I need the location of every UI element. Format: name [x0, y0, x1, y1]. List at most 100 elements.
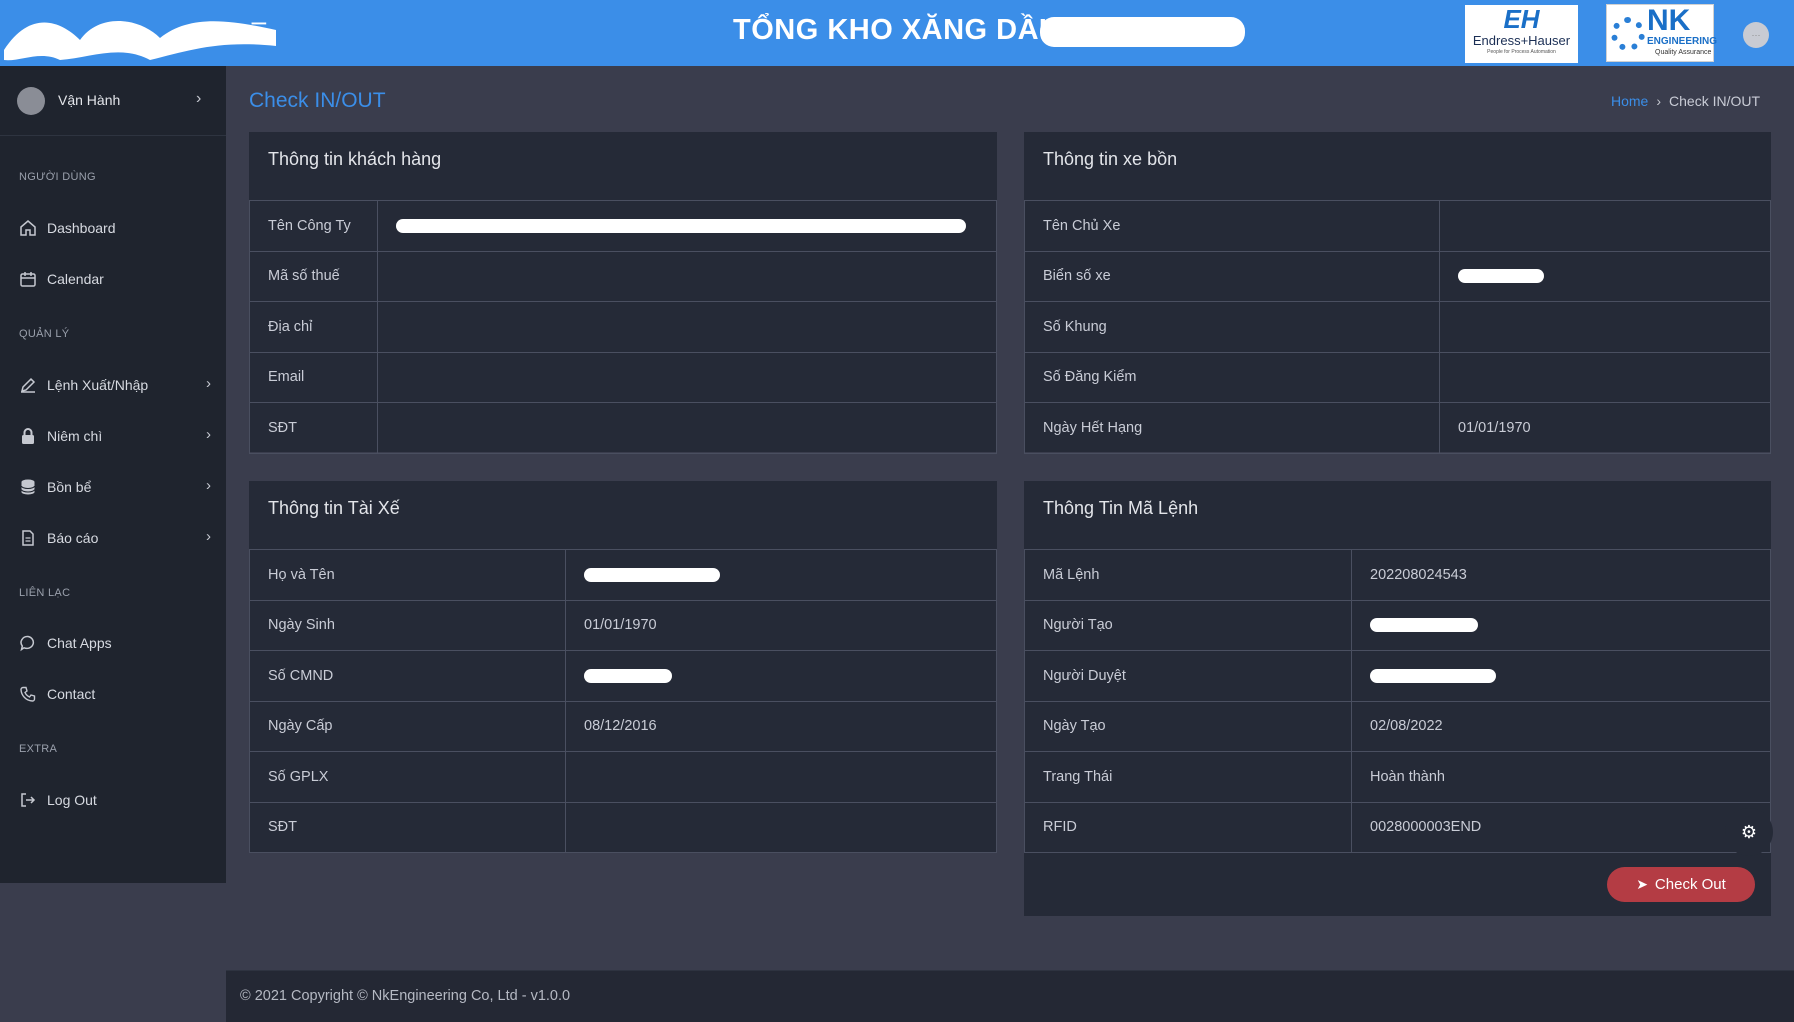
redacted-value — [1458, 269, 1544, 284]
card-title: Thông tin Tài Xế — [268, 498, 400, 518]
row-value: Hoàn thành — [1351, 751, 1771, 803]
row-label: Người Duyệt — [1024, 650, 1352, 702]
sidebar-item-logout[interactable]: Log Out — [0, 780, 226, 820]
row-label: Địa chỉ — [249, 301, 378, 353]
breadcrumb: Home › Check IN/OUT — [1611, 93, 1760, 109]
calendar-icon — [20, 272, 36, 287]
card-title: Thông Tin Mã Lệnh — [1043, 498, 1199, 518]
row-label: SĐT — [249, 801, 566, 853]
sidebar-item-label: Báo cáo — [47, 530, 99, 546]
table-row: Mã Lệnh 202208024543 — [1024, 549, 1771, 601]
row-label: Số CMND — [249, 650, 566, 702]
redacted-title-part — [1040, 17, 1245, 47]
row-label: Email — [249, 351, 378, 403]
row-value — [565, 751, 997, 803]
sidebar-item-contact[interactable]: Contact — [0, 674, 226, 714]
section-label-contact: LIÊN LẠC — [19, 587, 71, 599]
row-label: Họ và Tên — [249, 549, 566, 601]
table-row: Địa chỉ — [249, 301, 997, 353]
table-row: Họ và Tên — [249, 549, 997, 601]
footer: © 2021 Copyright © NkEngineering Co, Ltd… — [226, 970, 1794, 1022]
section-label-users: NGƯỜI DÙNG — [19, 171, 96, 183]
sidebar-item-label: Dashboard — [47, 220, 116, 236]
breadcrumb-current: Check IN/OUT — [1669, 93, 1761, 109]
row-value: 02/08/2022 — [1351, 700, 1771, 752]
home-icon — [20, 220, 36, 236]
row-value — [1439, 200, 1771, 252]
chevron-right-icon: › — [1656, 93, 1662, 109]
row-label: Biển số xe — [1024, 250, 1440, 302]
document-icon — [22, 530, 34, 546]
row-value — [377, 301, 997, 353]
table-row: Ngày Sinh 01/01/1970 — [249, 599, 997, 651]
settings-gear-button[interactable]: ⚙ — [1725, 808, 1773, 856]
row-value — [1439, 351, 1771, 403]
top-user-avatar[interactable]: ··· — [1743, 22, 1769, 48]
row-value — [377, 250, 997, 302]
sidebar-item-tanks[interactable]: Bồn bể › — [0, 467, 226, 507]
row-label: Trang Thái — [1024, 751, 1352, 803]
breadcrumb-home-link[interactable]: Home — [1611, 93, 1648, 109]
row-label: Số Đăng Kiểm — [1024, 351, 1440, 403]
sidebar-item-label: Bồn bể — [47, 479, 92, 495]
row-label: Ngày Tạo — [1024, 700, 1352, 752]
driver-info-table: Họ và Tên Ngày Sinh 01/01/1970 Số CMND Ng… — [249, 549, 997, 853]
table-row: Mã số thuế — [249, 250, 997, 302]
check-out-button[interactable]: ➤ Check Out — [1607, 867, 1755, 902]
table-row: Số CMND — [249, 650, 997, 702]
customer-info-card: Thông tin khách hàng Tên Công Ty Mã số t… — [249, 132, 997, 454]
user-name: Vận Hành — [58, 92, 121, 108]
row-label: Số GPLX — [249, 751, 566, 803]
row-label: Tên Chủ Xe — [1024, 200, 1440, 252]
customer-info-table: Tên Công Ty Mã số thuế Địa chỉ Email SĐT — [249, 200, 997, 454]
row-label: Ngày Cấp — [249, 700, 566, 752]
send-icon: ➤ — [1636, 876, 1648, 892]
lock-icon — [22, 428, 34, 444]
table-row: SĐT — [249, 402, 997, 454]
sidebar-item-label: Contact — [47, 686, 96, 702]
sidebar-item-label: Log Out — [47, 792, 97, 808]
page-title: Check IN/OUT — [249, 89, 386, 112]
sidebar-item-reports[interactable]: Báo cáo › — [0, 518, 226, 558]
table-row: Số GPLX — [249, 751, 997, 803]
app-title: TỔNG KHO XĂNG DẦU — [733, 14, 1061, 46]
table-row: Người Tạo — [1024, 599, 1771, 651]
check-out-label: Check Out — [1654, 876, 1726, 893]
table-row: RFID 0028000003END — [1024, 801, 1771, 853]
section-label-extra: EXTRA — [19, 743, 58, 755]
plate-number-value — [1439, 250, 1771, 302]
card-title: Thông tin xe bồn — [1043, 149, 1178, 169]
row-value: 01/01/1970 — [1439, 402, 1771, 454]
sidebar-item-calendar[interactable]: Calendar — [0, 259, 226, 299]
row-label: Số Khung — [1024, 301, 1440, 353]
table-row: Ngày Tạo 02/08/2022 — [1024, 700, 1771, 752]
order-info-table: Mã Lệnh 202208024543 Người Tạo Người Duyệ… — [1024, 549, 1771, 853]
row-label: Ngày Hết Hạng — [1024, 402, 1440, 454]
redacted-value — [1370, 618, 1478, 633]
row-label: Mã số thuế — [249, 250, 378, 302]
chevron-right-icon: › — [206, 426, 211, 443]
row-value: 08/12/2016 — [565, 700, 997, 752]
sidebar-item-label: Chat Apps — [47, 635, 112, 651]
sidebar-item-seal[interactable]: Niêm chì › — [0, 416, 226, 456]
sidebar-item-dashboard[interactable]: Dashboard — [0, 208, 226, 248]
row-label: RFID — [1024, 801, 1352, 853]
creator-value — [1351, 599, 1771, 651]
redacted-value — [584, 567, 720, 582]
chevron-right-icon: › — [206, 528, 211, 545]
table-row: Người Duyệt — [1024, 650, 1771, 702]
card-title: Thông tin khách hàng — [268, 149, 442, 169]
hamburger-icon[interactable]: ☰ — [250, 21, 268, 41]
driver-name-value — [565, 549, 997, 601]
sidebar-item-chat-apps[interactable]: Chat Apps — [0, 623, 226, 663]
database-icon — [21, 479, 35, 495]
row-value — [565, 801, 997, 853]
chevron-right-icon: › — [206, 375, 211, 392]
table-row: Email — [249, 351, 997, 403]
order-info-card: Thông Tin Mã Lệnh Mã Lệnh 202208024543 Ng… — [1024, 481, 1771, 916]
redacted-value — [396, 218, 966, 233]
sidebar-user[interactable]: Vận Hành › — [0, 66, 226, 136]
sidebar-item-orders[interactable]: Lệnh Xuất/Nhập › — [0, 365, 226, 405]
chat-icon — [20, 635, 35, 652]
chevron-right-icon: › — [206, 477, 211, 494]
